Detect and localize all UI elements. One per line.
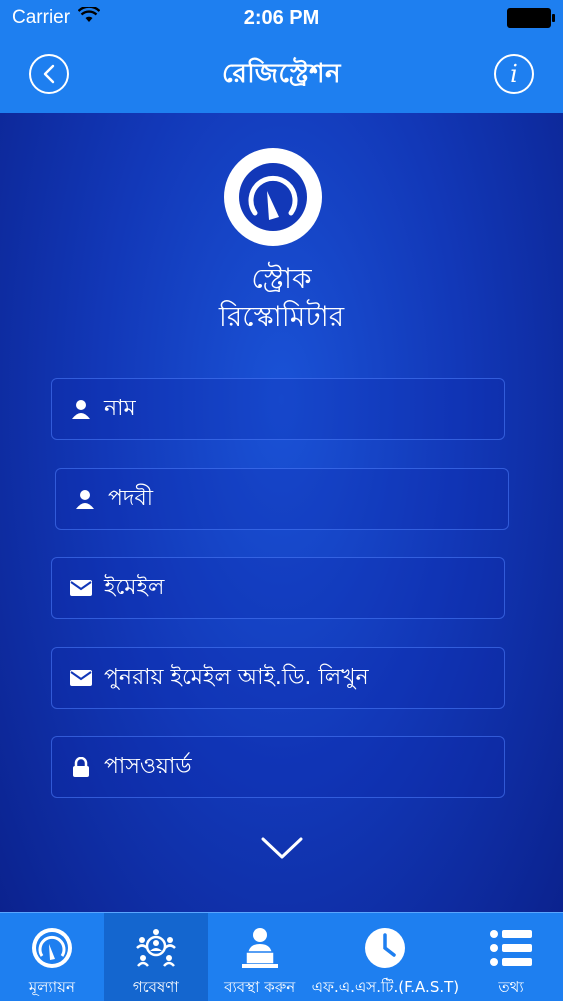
name-field[interactable]: নাম: [51, 378, 505, 440]
info-button[interactable]: i: [494, 54, 534, 94]
info-icon: i: [510, 60, 518, 88]
gauge-icon: [29, 925, 75, 970]
carrier-label: Carrier: [12, 7, 71, 28]
app-logo: [224, 148, 322, 246]
password-placeholder: পাসওয়ার্ড: [104, 753, 192, 779]
lock-icon: [70, 756, 92, 778]
designation-placeholder: পদবী: [108, 485, 154, 511]
gauge-logo-icon: [239, 163, 307, 231]
tab-assessment[interactable]: মূল্যায়ন: [0, 913, 104, 1001]
research-group-icon: [133, 925, 179, 970]
tab-fast-label: এফ.এ.এস.টি.(F.A.S.T): [311, 978, 460, 996]
tab-info[interactable]: তথ্য: [459, 913, 563, 1001]
email-field[interactable]: ইমেইল: [51, 557, 505, 619]
list-icon: [488, 925, 534, 970]
battery-icon: [507, 8, 555, 28]
wifi-icon: [77, 5, 101, 29]
status-bar: Carrier 2:06 PM: [0, 0, 563, 36]
back-button[interactable]: [29, 54, 69, 94]
tab-bar: মূল্যায়ন গবেষণা ব্যবস্থা করুন এফ.এ.এস.ট…: [0, 912, 563, 1001]
tab-research[interactable]: গবেষণা: [103, 913, 208, 1001]
email-confirm-field[interactable]: পুনরায় ইমেইল আই.ডি. লিখুন: [51, 647, 505, 709]
email-confirm-placeholder: পুনরায় ইমেইল আই.ডি. লিখুন: [104, 664, 369, 690]
chevron-down-icon[interactable]: [261, 833, 303, 863]
app-title-line2: রিস্কোমিটার: [218, 300, 345, 333]
email-placeholder: ইমেইল: [104, 574, 165, 600]
user-icon: [70, 398, 92, 420]
nav-bar: রেজিস্ট্রেশন i: [0, 36, 563, 113]
chevron-left-icon: [43, 64, 55, 84]
tab-fast[interactable]: এফ.এ.এস.টি.(F.A.S.T): [311, 913, 460, 1001]
page-title: রেজিস্ট্রেশন: [221, 58, 342, 89]
tab-research-label: গবেষণা: [132, 978, 179, 996]
tab-info-label: তথ্য: [498, 978, 524, 996]
tab-manage[interactable]: ব্যবস্থা করুন: [208, 913, 312, 1001]
person-laptop-icon: [237, 925, 283, 970]
envelope-icon: [70, 667, 92, 689]
name-placeholder: নাম: [104, 395, 136, 421]
password-field[interactable]: পাসওয়ার্ড: [51, 736, 505, 798]
tab-manage-label: ব্যবস্থা করুন: [224, 978, 296, 996]
envelope-icon: [70, 577, 92, 599]
app-title-line1: স্ট্রোক: [251, 262, 312, 295]
app-title: স্ট্রোক রিস্কোমিটার: [0, 260, 563, 336]
designation-field[interactable]: পদবী: [55, 468, 509, 530]
tab-assessment-label: মূল্যায়ন: [28, 978, 75, 996]
clock-icon: [362, 925, 408, 970]
user-icon: [74, 488, 96, 510]
